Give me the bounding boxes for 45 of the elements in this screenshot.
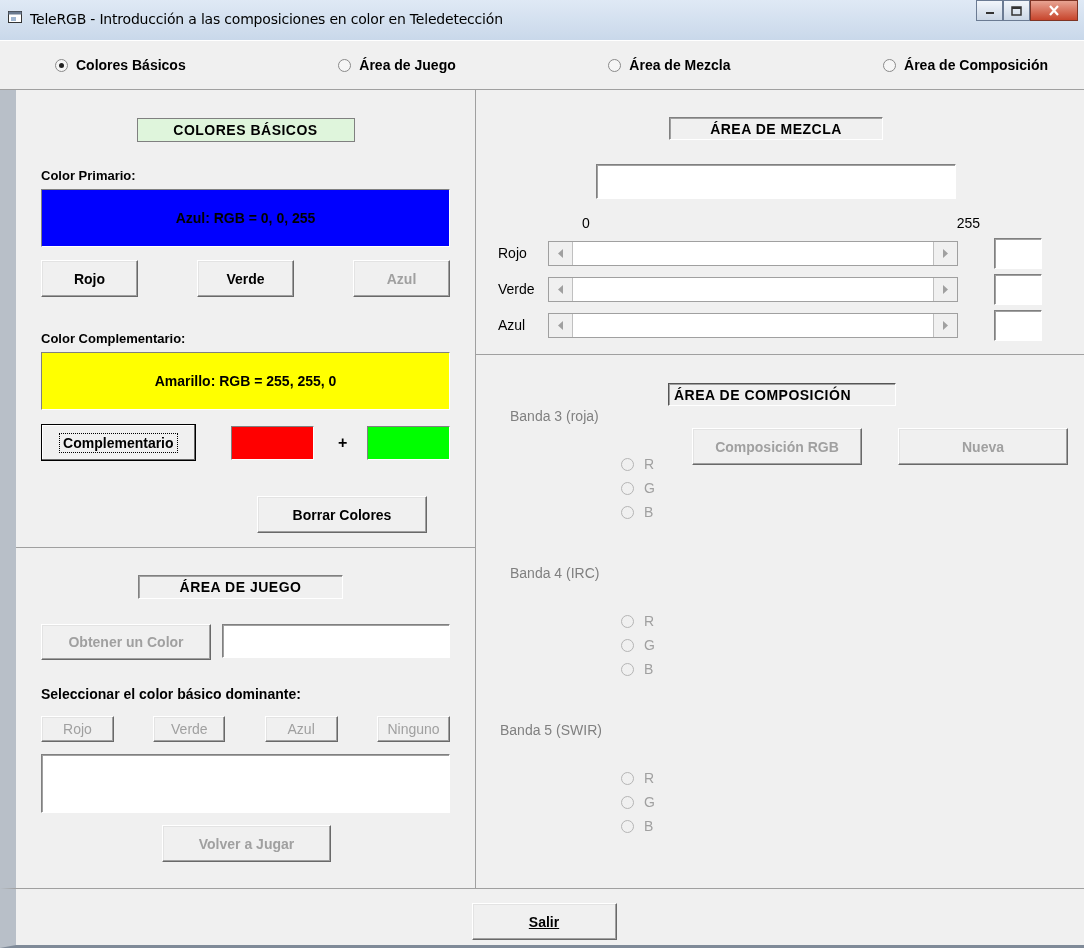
maximize-button[interactable] bbox=[1003, 0, 1030, 21]
value-field[interactable] bbox=[994, 273, 1042, 305]
maximize-icon bbox=[1011, 5, 1022, 16]
color-scrollbar[interactable] bbox=[548, 276, 958, 302]
minimize-button[interactable] bbox=[976, 0, 1003, 21]
value-field[interactable] bbox=[994, 237, 1042, 269]
mode-radio[interactable] bbox=[608, 58, 622, 72]
close-icon bbox=[1048, 5, 1060, 16]
band-label: Banda 4 (IRC) bbox=[510, 565, 600, 581]
mode-label[interactable]: Colores Básicos bbox=[76, 57, 186, 73]
section-heading: ÁREA DE JUEGO bbox=[138, 575, 343, 599]
scale-label: 0 bbox=[582, 215, 590, 231]
color-scrollbar[interactable] bbox=[548, 312, 958, 338]
value-field[interactable] bbox=[994, 309, 1042, 341]
exit-button[interactable]: Salir bbox=[471, 903, 617, 940]
clear-colors-button[interactable]: Borrar Colores bbox=[257, 496, 427, 533]
complementary-color-display: Amarillo: RGB = 255, 255, 0 bbox=[41, 352, 450, 410]
mode-radio[interactable] bbox=[55, 58, 68, 72]
window-title: TeleRGB - Introducción a las composiciones en color en Teledetección bbox=[30, 11, 503, 27]
section-heading: ÁREA DE MEZCLA bbox=[669, 117, 883, 140]
primary-color-display: Azul: RGB = 0, 0, 255 bbox=[41, 189, 450, 247]
band-label: Banda 3 (roja) bbox=[510, 408, 599, 424]
mode-radio[interactable] bbox=[883, 58, 897, 72]
close-button[interactable] bbox=[1030, 0, 1078, 21]
section-heading: COLORES BÁSICOS bbox=[136, 118, 355, 142]
color-button[interactable]: Verde bbox=[197, 260, 294, 297]
complementary-button[interactable]: Complementario bbox=[41, 424, 196, 461]
mode-radio[interactable] bbox=[338, 58, 352, 72]
slider-label: Rojo bbox=[497, 245, 528, 261]
mode-label[interactable]: Área de Mezcla bbox=[629, 57, 731, 73]
color-scrollbar[interactable] bbox=[548, 240, 958, 266]
field-label: Color Primario: bbox=[41, 168, 137, 183]
color-button[interactable]: Rojo bbox=[41, 260, 138, 297]
field-label: Color Complementario: bbox=[41, 331, 187, 346]
app-icon bbox=[8, 11, 22, 23]
scale-label: 255 bbox=[956, 215, 980, 231]
section-heading: ÁREA DE COMPOSICIÓN bbox=[668, 383, 896, 406]
mode-label[interactable]: Área de Composición bbox=[904, 57, 1048, 73]
slider-label: Verde bbox=[497, 281, 536, 297]
slider-label: Azul bbox=[497, 317, 527, 333]
plus-sign: + bbox=[337, 433, 348, 452]
prompt-label: Seleccionar el color básico dominante: bbox=[41, 686, 302, 702]
mode-label[interactable]: Área de Juego bbox=[359, 57, 456, 73]
band-label: Banda 5 (SWIR) bbox=[500, 722, 602, 738]
color-name-field[interactable] bbox=[222, 624, 450, 658]
